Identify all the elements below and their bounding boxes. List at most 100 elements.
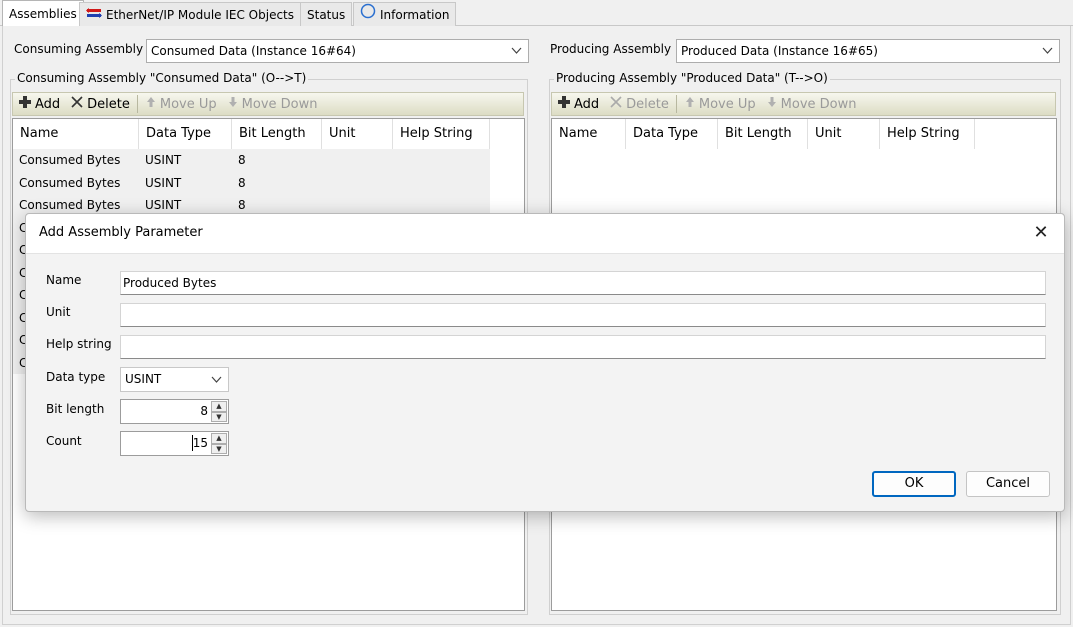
group-title: Consuming Assembly "Consumed Data" (O-->… — [15, 71, 309, 85]
add-label: Add — [35, 96, 61, 112]
move-up-button[interactable]: Move Up — [140, 93, 222, 115]
table-cell — [322, 172, 393, 195]
column-header[interactable]: Bit Length — [718, 119, 808, 149]
tab-label: Status — [307, 7, 346, 22]
tab-label: EtherNet/IP Module IEC Objects — [106, 7, 295, 22]
column-header[interactable]: Help String — [880, 119, 975, 149]
table-cell: 8 — [238, 175, 246, 190]
delete-label: Delete — [87, 96, 130, 112]
chevron-down-icon — [511, 40, 522, 62]
table-cell: Consumed Bytes — [19, 153, 121, 167]
combo-value: Produced Data (Instance 16#65) — [681, 44, 878, 58]
help-string-input[interactable] — [120, 335, 1046, 359]
add-button[interactable]: Add — [552, 93, 604, 115]
unit-label: Unit — [46, 305, 71, 319]
table-cell — [393, 149, 490, 172]
chevron-down-icon — [1042, 40, 1053, 62]
column-header[interactable]: Name — [552, 119, 626, 149]
table-cell: Consumed Bytes — [19, 175, 121, 190]
plus-icon — [18, 95, 32, 113]
move-up-button[interactable]: Move Up — [679, 93, 761, 115]
tab-status[interactable]: Status — [300, 2, 353, 26]
arrow-up-icon — [145, 96, 157, 112]
grid-header: Name Data Type Bit Length Unit Help Stri… — [552, 119, 975, 149]
spin-down-icon[interactable]: ▼ — [211, 411, 227, 422]
spinner-buttons: ▲ ▼ — [211, 401, 227, 422]
consuming-assembly-combo[interactable]: Consumed Data (Instance 16#64) — [146, 39, 529, 63]
count-label: Count — [46, 434, 82, 448]
tab-bar: Assemblies EtherNet/IP Module IEC Object… — [0, 0, 1073, 27]
column-header[interactable]: Unit — [322, 119, 393, 149]
arrow-down-icon — [227, 96, 239, 112]
column-header[interactable]: Bit Length — [232, 119, 322, 149]
group-title: Producing Assembly "Produced Data" (T-->… — [554, 71, 830, 85]
move-down-label: Move Down — [241, 96, 318, 112]
table-cell — [322, 149, 393, 172]
add-label: Add — [574, 96, 600, 112]
spin-up-icon[interactable]: ▲ — [211, 401, 227, 412]
producing-assembly-label: Producing Assembly — [550, 42, 672, 56]
table-row[interactable]: Consumed Bytes USINT 8 — [13, 171, 490, 195]
tab-ethernet-ip-objects[interactable]: EtherNet/IP Module IEC Objects — [79, 2, 302, 26]
combo-value: USINT — [125, 372, 162, 386]
combo-value: Consumed Data (Instance 16#64) — [151, 44, 356, 58]
unit-input[interactable] — [120, 303, 1046, 327]
delete-button[interactable]: Delete — [604, 93, 674, 115]
chevron-down-icon — [211, 368, 222, 391]
move-up-label: Move Up — [159, 96, 217, 112]
spin-down-icon[interactable]: ▼ — [211, 443, 227, 454]
count-spinner[interactable]: 15 ▲ ▼ — [120, 431, 229, 456]
column-header[interactable]: Unit — [808, 119, 880, 149]
arrow-down-icon — [766, 96, 778, 112]
producing-toolbar: Add Delete Move Up Move Down — [551, 92, 1056, 116]
spinner-buttons: ▲ ▼ — [211, 433, 227, 454]
info-circle-icon — [360, 3, 376, 26]
move-up-label: Move Up — [698, 96, 756, 112]
spinner-value: 15 — [192, 436, 208, 450]
bit-length-spinner[interactable]: 8 ▲ ▼ — [120, 399, 229, 424]
ok-button[interactable]: OK — [872, 471, 956, 497]
add-assembly-parameter-dialog: Add Assembly Parameter ✕ Name Unit Help … — [25, 213, 1065, 512]
move-down-button[interactable]: Move Down — [761, 93, 862, 115]
help-string-label: Help string — [46, 337, 112, 351]
table-cell: USINT — [145, 175, 182, 190]
table-cell: 8 — [238, 153, 246, 167]
grid-header: Name Data Type Bit Length Unit Help Stri… — [13, 119, 490, 149]
toolbar-separator — [675, 95, 677, 113]
plus-icon — [557, 95, 571, 113]
dialog-title-bar: Add Assembly Parameter ✕ — [26, 214, 1064, 254]
tab-label: Information — [380, 7, 450, 22]
move-down-label: Move Down — [780, 96, 857, 112]
delete-label: Delete — [626, 96, 669, 112]
table-cell — [393, 172, 490, 195]
dialog-title: Add Assembly Parameter — [39, 225, 203, 240]
tab-information[interactable]: Information — [353, 2, 457, 26]
delete-button[interactable]: Delete — [65, 93, 135, 115]
spinner-value: 8 — [200, 404, 208, 418]
move-down-button[interactable]: Move Down — [222, 93, 323, 115]
tab-assemblies[interactable]: Assemblies — [2, 0, 84, 27]
close-icon[interactable]: ✕ — [1030, 222, 1052, 244]
cancel-button[interactable]: Cancel — [966, 471, 1050, 497]
data-type-combo[interactable]: USINT — [120, 367, 229, 392]
tab-label: Assemblies — [9, 7, 77, 21]
data-type-label: Data type — [46, 370, 106, 384]
add-button[interactable]: Add — [13, 93, 65, 115]
delete-x-icon — [70, 95, 84, 113]
ethernet-flag-icon — [86, 4, 102, 26]
name-label: Name — [46, 273, 82, 287]
consuming-assembly-label: Consuming Assembly — [14, 42, 144, 56]
toolbar-separator — [136, 95, 138, 113]
producing-assembly-combo[interactable]: Produced Data (Instance 16#65) — [676, 39, 1060, 63]
table-cell: USINT — [145, 153, 182, 167]
column-header[interactable]: Name — [13, 119, 139, 149]
column-header[interactable]: Data Type — [139, 119, 232, 149]
column-header[interactable]: Help String — [393, 119, 490, 149]
name-input[interactable] — [120, 271, 1046, 295]
table-row[interactable]: Consumed Bytes USINT 8 — [13, 149, 490, 172]
consuming-toolbar: Add Delete Move Up Move Down — [12, 92, 524, 116]
column-header[interactable]: Data Type — [626, 119, 718, 149]
bit-length-label: Bit length — [46, 402, 105, 416]
delete-x-icon — [609, 95, 623, 113]
spin-up-icon[interactable]: ▲ — [211, 433, 227, 444]
